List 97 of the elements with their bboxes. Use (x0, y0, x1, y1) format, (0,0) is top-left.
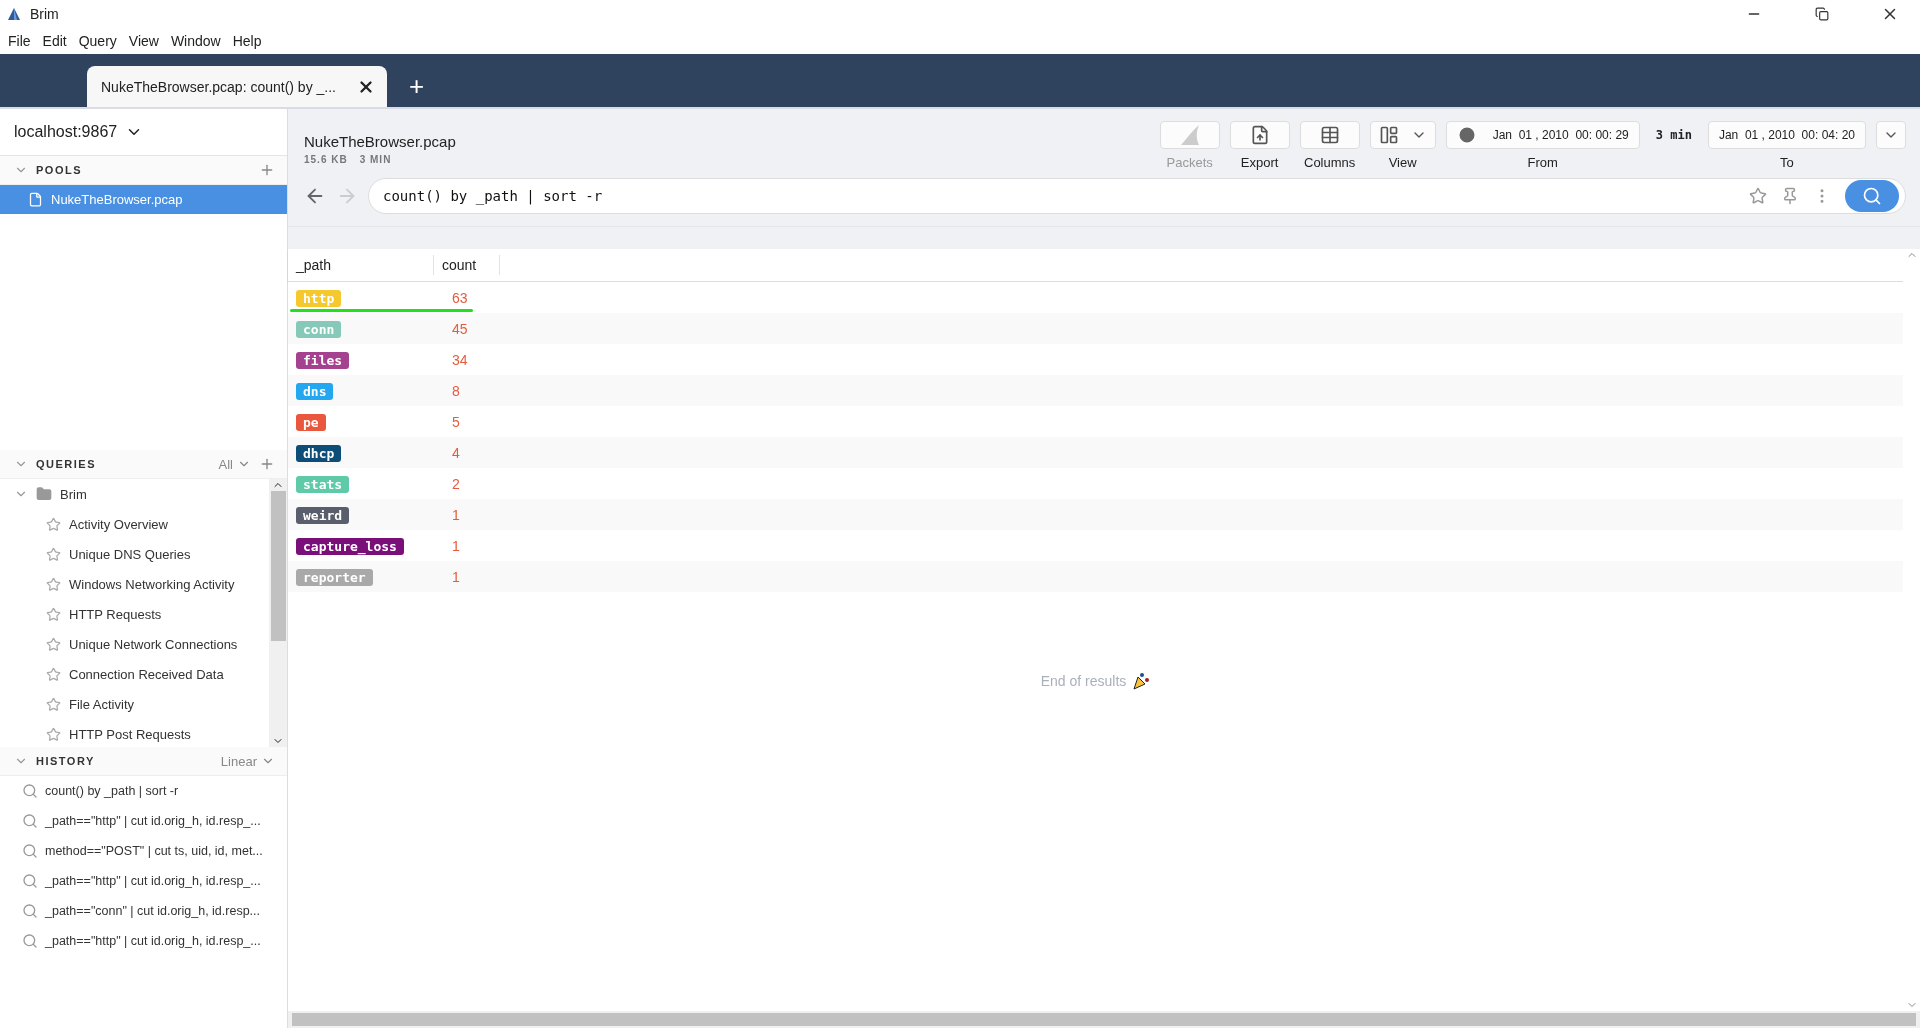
search-icon (22, 843, 38, 859)
count-cell-text: 63 (451, 289, 468, 306)
search-icon (1862, 186, 1882, 206)
path-tag: stats (296, 475, 350, 493)
tool-label: Packets (1166, 155, 1213, 170)
search-icon (22, 933, 38, 949)
saved-search-item[interactable]: Unique DNS Queries (0, 539, 269, 569)
tool-label: Export (1240, 155, 1279, 170)
filter-dropdown[interactable]: All (218, 456, 251, 472)
saved-search-item[interactable]: Unique Network Connections (0, 629, 269, 659)
pool-size: 15.6 KB (304, 154, 348, 165)
fin-icon (1178, 124, 1201, 146)
export-button[interactable] (1229, 121, 1290, 149)
view-button[interactable] (1369, 121, 1436, 149)
pool-title: NukeTheBrowser.pcap (304, 133, 456, 150)
tool-label: Columns (1304, 155, 1356, 170)
path-tag: dhcp (296, 444, 342, 462)
star-icon[interactable] (46, 696, 61, 712)
from-date-button[interactable]: Jan 01 , 2010 00: 00: 29 (1445, 121, 1640, 149)
history-item[interactable]: method=="POST" | cut ts, uid, id, met... (0, 836, 287, 866)
menu-item[interactable]: File (2, 32, 37, 49)
path-tag: pe (296, 413, 326, 431)
history-item[interactable]: count() by _path | sort -r (0, 776, 287, 806)
search-icon (22, 903, 38, 919)
saved-search-item[interactable]: Windows Networking Activity (0, 569, 269, 599)
history-item[interactable]: _path=="http" | cut id.orig_h, id.resp_... (0, 866, 287, 896)
path-tag: dns (296, 382, 334, 400)
count-cell-text: 4 (451, 444, 460, 461)
menu-item[interactable]: Help (226, 32, 268, 49)
table-icon (1319, 125, 1340, 145)
count-cell-text: 8 (451, 382, 460, 399)
pin-icon[interactable] (1781, 187, 1799, 205)
saved-search-item[interactable]: File Activity (0, 689, 269, 719)
folder-icon (36, 486, 52, 502)
tab[interactable]: NukeTheBrowser.pcap: count() by _... (87, 66, 387, 107)
star-icon[interactable] (46, 546, 61, 562)
layout-icon (1378, 125, 1399, 145)
new-tab-button[interactable]: + (401, 66, 433, 107)
tool-label: View (1388, 155, 1417, 170)
add-icon[interactable] (259, 162, 275, 178)
window-title: Brim (30, 5, 60, 22)
menu-item[interactable]: Edit (36, 32, 73, 49)
file-icon (28, 192, 43, 207)
path-tag: reporter (296, 568, 373, 586)
count-cell-text: 1 (451, 568, 460, 585)
count-cell-text: 1 (451, 506, 460, 523)
dropdown-button[interactable] (1876, 121, 1906, 149)
count-cell-text: 1 (451, 537, 460, 554)
saved-search-item[interactable]: HTTP Post Requests (0, 719, 269, 747)
star-icon[interactable] (46, 666, 61, 682)
end-of-results-text: End of results (1040, 673, 1127, 689)
search-icon (22, 813, 38, 829)
star-icon[interactable] (46, 516, 61, 532)
menu-item[interactable]: Window (164, 32, 227, 49)
path-tag: capture_loss (296, 537, 404, 555)
to-label: To (1780, 155, 1794, 170)
lake-selector[interactable]: localhost:9867 (14, 123, 118, 141)
star-icon[interactable] (46, 576, 61, 592)
columns-button[interactable] (1299, 121, 1360, 149)
to-date-button[interactable]: Jan 01 , 2010 00: 04: 20 (1707, 121, 1866, 149)
from-label: From (1527, 155, 1558, 170)
menu-item[interactable]: Query (72, 32, 123, 49)
star-icon[interactable] (46, 636, 61, 652)
section-header[interactable]: QUERIES All (0, 450, 287, 479)
count-cell-text: 34 (451, 351, 468, 368)
path-tag: conn (296, 320, 342, 338)
path-tag: files (296, 351, 350, 369)
section-header[interactable]: POOLS (0, 156, 287, 185)
count-cell-text: 2 (451, 475, 460, 492)
saved-search-item[interactable]: Connection Received Data (0, 659, 269, 689)
horizontal-scrollbar[interactable] (288, 1011, 1920, 1028)
folder-item[interactable]: Brim (0, 479, 269, 509)
star-icon[interactable] (46, 726, 61, 742)
search-icon (22, 873, 38, 889)
star-icon[interactable] (1749, 187, 1767, 205)
history-item[interactable]: _path=="conn" | cut id.orig_h, id.resp... (0, 896, 287, 926)
pool-span: 3 MIN (359, 154, 392, 165)
count-cell-text: 45 (451, 320, 468, 337)
path-tag: http (296, 289, 342, 307)
menu-item[interactable]: View (122, 32, 165, 49)
star-icon[interactable] (46, 606, 61, 622)
path-tag: weird (296, 506, 350, 524)
restore-icon[interactable] (1815, 6, 1829, 21)
history-item[interactable]: _path=="http" | cut id.orig_h, id.resp_... (0, 806, 287, 836)
count-cell-text: 5 (451, 413, 460, 430)
scrollbar[interactable] (269, 479, 287, 747)
history-item[interactable]: _path=="http" | cut id.orig_h, id.resp_... (0, 926, 287, 956)
duration-label: 3 min (1654, 127, 1693, 144)
column-header[interactable]: count (434, 255, 500, 275)
search-icon (22, 783, 38, 799)
saved-search-item[interactable]: HTTP Requests (0, 599, 269, 629)
add-icon[interactable] (259, 456, 275, 472)
column-header[interactable]: _path (288, 255, 434, 275)
party-popper-icon (1132, 672, 1151, 690)
search-button[interactable] (1845, 180, 1899, 212)
saved-search-item[interactable]: Activity Overview (0, 509, 269, 539)
search-field[interactable]: count() by _path | sort -r (368, 178, 1906, 214)
